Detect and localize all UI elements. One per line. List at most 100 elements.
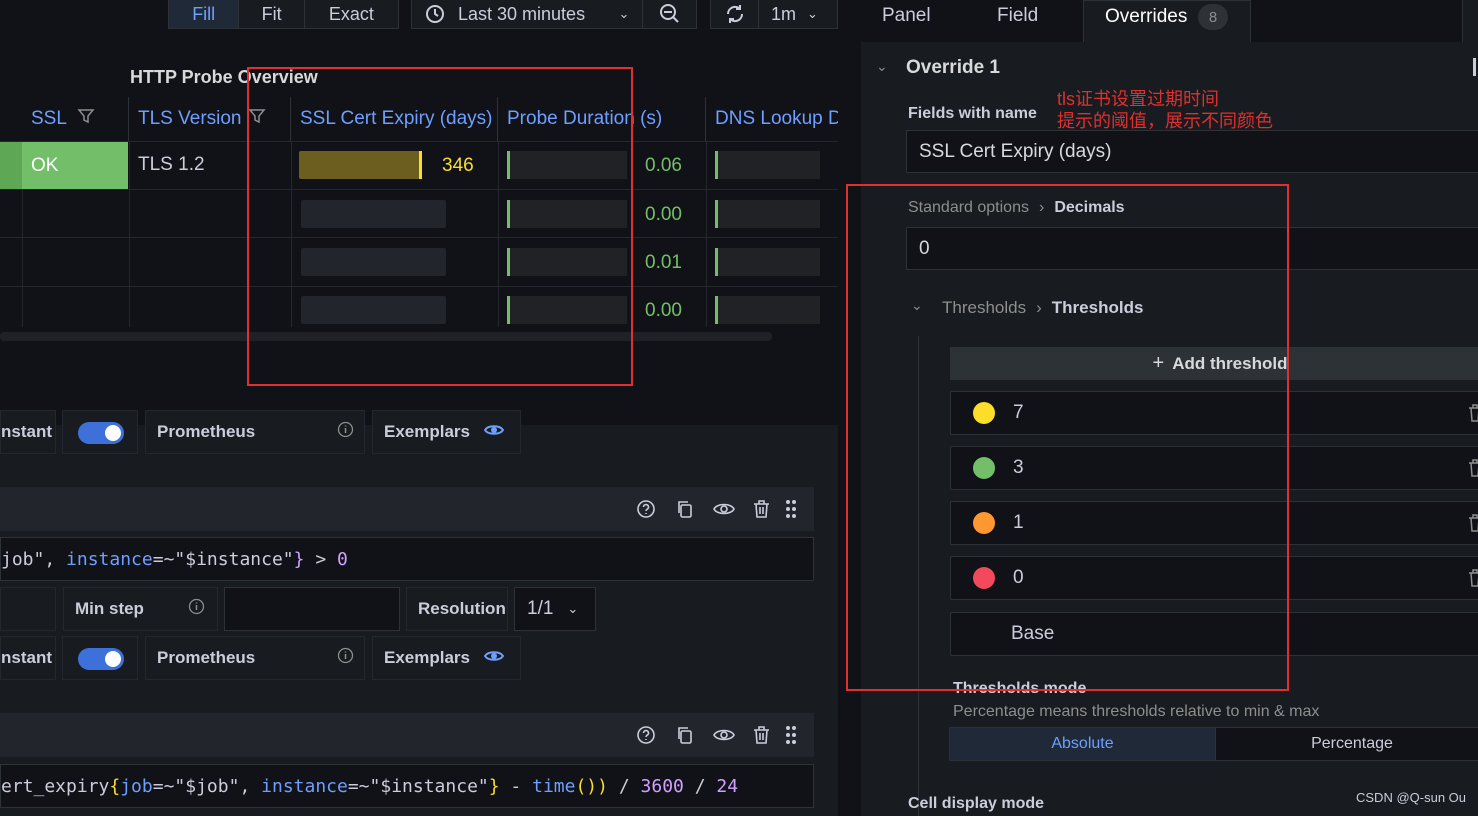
field-name-value: SSL Cert Expiry (days) <box>919 140 1112 162</box>
column-header-ssl[interactable]: SSL <box>22 97 129 141</box>
trash-icon[interactable] <box>1468 514 1478 537</box>
fit-button[interactable]: Fit <box>239 0 305 28</box>
code-token: , <box>239 775 262 797</box>
help-icon[interactable] <box>636 499 656 524</box>
code-token: "$job" <box>174 775 240 797</box>
code-token: { <box>109 775 121 797</box>
duration-value: 0.01 <box>645 252 682 273</box>
tab-field[interactable]: Field <box>997 5 1038 27</box>
time-picker[interactable]: Last 30 minutes ⌄ <box>411 0 697 29</box>
trash-icon[interactable] <box>752 725 771 750</box>
drag-handle-icon[interactable] <box>785 725 797 750</box>
exemplars-field[interactable]: Exemplars <box>372 636 521 680</box>
instant-toggle-wrap <box>62 410 138 454</box>
code-token: =~ <box>152 775 175 797</box>
mode-percentage-option[interactable]: Percentage <box>1216 728 1478 760</box>
chevron-down-icon[interactable]: ⌄ <box>876 58 888 75</box>
instant-toggle[interactable] <box>78 422 124 444</box>
column-header-label: TLS Version <box>138 108 242 129</box>
eye-icon[interactable] <box>483 422 505 442</box>
code-token: "$instance" <box>369 775 489 797</box>
dns-gauge-fill <box>715 296 718 324</box>
ssl-status-cell: OK <box>22 142 128 189</box>
filter-icon[interactable] <box>77 107 95 131</box>
dns-gauge <box>715 151 820 179</box>
code-token: job <box>120 775 153 797</box>
tab-overrides[interactable]: Overrides 8 <box>1083 0 1251 42</box>
info-icon <box>337 421 354 443</box>
trash-icon[interactable] <box>752 499 771 524</box>
code-token: - <box>499 775 533 797</box>
exemplars-label: Exemplars <box>384 648 470 667</box>
column-header-label: SSL <box>31 108 67 129</box>
watermark: CSDN @Q-sun Ou <box>1356 790 1466 805</box>
instant-label: nstant <box>0 410 56 454</box>
drag-handle-icon[interactable] <box>785 499 797 524</box>
tab-panel[interactable]: Panel <box>882 5 931 27</box>
eye-icon[interactable] <box>713 727 735 748</box>
mode-absolute-option[interactable]: Absolute <box>950 728 1216 760</box>
tabs-edge <box>1462 0 1478 42</box>
code-token: 3600 <box>640 775 684 797</box>
exemplars-field[interactable]: Exemplars <box>372 410 521 454</box>
trash-icon[interactable] <box>1468 404 1478 427</box>
code-token: =~ <box>152 548 175 570</box>
code-token: 24 <box>716 775 739 797</box>
datasource-label: Prometheus <box>157 422 256 441</box>
code-token: } <box>488 775 500 797</box>
column-header-dns-lookup[interactable]: DNS Lookup D <box>706 97 838 141</box>
query-code-editor[interactable]: job", instance =~ "$instance"} > 0 <box>0 537 814 581</box>
code-token: instance <box>66 548 153 570</box>
help-icon[interactable] <box>636 725 656 750</box>
view-mode-group: Fill Fit Exact <box>168 0 399 29</box>
refresh-picker[interactable]: 1m ⌄ <box>710 0 838 29</box>
code-token: job", <box>1 548 67 570</box>
code-token: 0 <box>337 548 348 570</box>
delete-override-icon[interactable] <box>1473 58 1478 76</box>
refresh-interval-label: 1m <box>771 3 797 24</box>
query-code-editor[interactable]: ert_expiry{job =~ "$job", instance =~ "$inst… <box>0 764 814 808</box>
column-header-label: DNS Lookup D <box>715 108 838 129</box>
datasource-field[interactable]: Prometheus <box>145 636 365 680</box>
exact-button[interactable]: Exact <box>305 0 398 28</box>
eye-icon[interactable] <box>483 648 505 668</box>
override-title: Override 1 <box>906 57 1000 78</box>
refresh-icon[interactable] <box>711 0 759 28</box>
query-row-header <box>0 487 814 531</box>
instant-toggle-wrap <box>62 636 138 680</box>
chevron-down-icon: ⌄ <box>807 6 818 21</box>
resolution-value: 1/1 <box>527 598 554 619</box>
annotation-box <box>247 67 633 386</box>
field-name-select[interactable]: SSL Cert Expiry (days) <box>906 130 1478 173</box>
dashboard-editor-left: Fill Fit Exact Last 30 minutes ⌄ 1m ⌄ HT… <box>0 0 838 816</box>
zoom-out-icon[interactable] <box>642 0 696 28</box>
min-step-input[interactable] <box>224 587 400 631</box>
dns-gauge <box>715 296 820 324</box>
dns-gauge <box>715 248 820 276</box>
fill-button[interactable]: Fill <box>169 0 240 28</box>
code-token: =~ <box>347 775 370 797</box>
legend-field[interactable] <box>0 587 56 631</box>
datasource-field[interactable]: Prometheus <box>145 410 365 454</box>
ssl-cell-bg <box>0 142 22 189</box>
datasource-label: Prometheus <box>157 648 256 667</box>
duplicate-icon[interactable] <box>675 725 695 750</box>
resolution-label: Resolution <box>406 587 508 631</box>
instant-toggle[interactable] <box>78 648 124 670</box>
exemplars-label: Exemplars <box>384 422 470 441</box>
annotation-note: tls证书设置过期时间 提示的阈值，展示不同颜色 <box>1057 88 1273 132</box>
duration-value: 0.06 <box>645 155 682 176</box>
resolution-select[interactable]: 1/1 ⌄ <box>514 587 596 631</box>
trash-icon[interactable] <box>1468 569 1478 592</box>
trash-icon[interactable] <box>1468 459 1478 482</box>
code-token: instance <box>261 775 348 797</box>
tls-version-cell: TLS 1.2 <box>138 154 205 175</box>
code-token: "$instance" <box>174 548 294 570</box>
tab-counter-badge: 8 <box>1198 4 1228 30</box>
dns-gauge-fill <box>715 200 718 228</box>
code-token: () <box>575 775 598 797</box>
thresholds-mode-radio: Absolute Percentage <box>949 727 1478 761</box>
col-divider <box>706 141 707 327</box>
duplicate-icon[interactable] <box>675 499 695 524</box>
eye-icon[interactable] <box>713 501 735 522</box>
